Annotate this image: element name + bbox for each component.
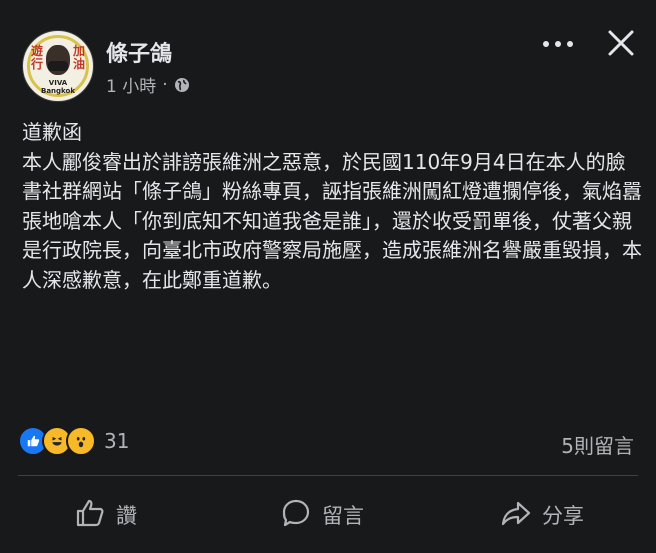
comment-bubble-icon [280,497,312,534]
avatar-text-right: 加油 [73,44,86,71]
more-options-icon[interactable] [540,34,576,54]
comment-label: 留言 [322,504,364,528]
avatar-text-left: 遊行 [31,44,44,71]
like-button[interactable]: 讚 [74,490,137,540]
post-body: 道歉函 本人酈俊睿出於誹謗張維洲之惡意，於民國110年9月4日在本人的臉書社群網… [22,120,642,292]
reactions-summary[interactable]: 31 [18,426,129,456]
share-arrow-icon [500,497,532,534]
close-icon[interactable] [604,26,638,60]
wow-reaction-icon [66,426,96,456]
comment-button[interactable]: 留言 [280,490,364,540]
avatar[interactable]: 遊行 加油 VIVA Bangkok [22,30,94,102]
globe-icon [174,77,190,93]
avatar-mask [48,61,68,71]
thumbs-up-icon [74,497,106,534]
avatar-text-bottom: VIVA Bangkok [41,79,75,95]
share-label: 分享 [542,504,584,528]
share-button[interactable]: 分享 [500,490,584,540]
action-bar: 讚 留言 分享 [0,490,656,540]
post-time[interactable]: 1 小時 [106,72,156,97]
post-meta: 1 小時 · [106,72,190,97]
like-label: 讚 [116,504,137,528]
divider [18,475,638,476]
reaction-count: 31 [104,429,130,453]
comments-count-link[interactable]: 5則留言 [561,430,634,459]
post-header: 遊行 加油 VIVA Bangkok 條子鴿 1 小時 · [0,0,656,110]
meta-separator: · [162,74,168,95]
author-name[interactable]: 條子鴿 [106,36,172,68]
